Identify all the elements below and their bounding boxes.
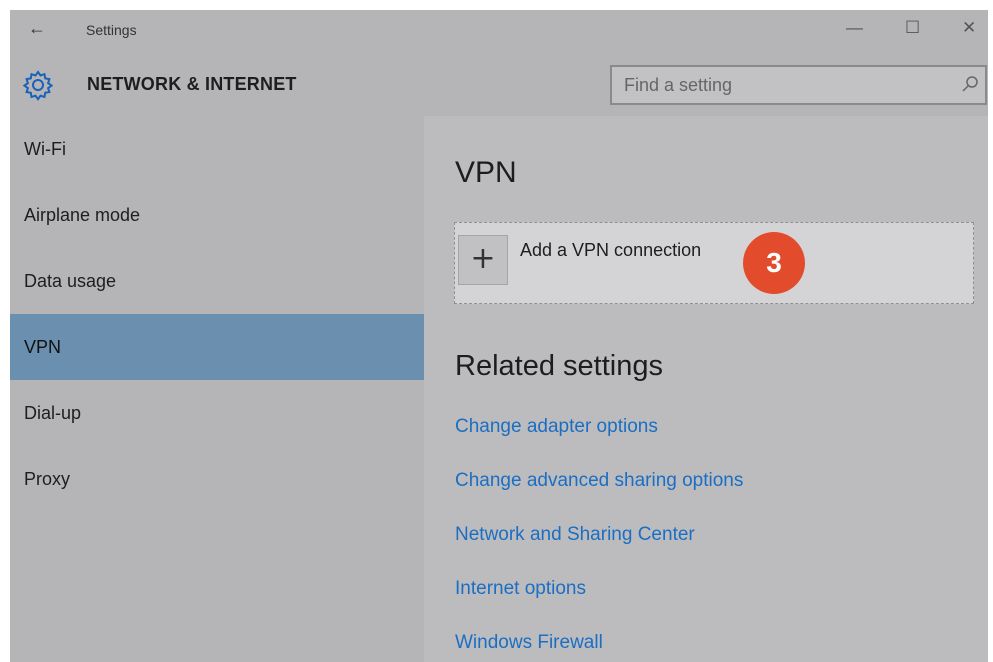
settings-window: ← Settings — ☐ ✕ NETWORK & INTERNET Wi-F… <box>10 10 988 662</box>
search-icon[interactable] <box>961 75 979 93</box>
link-windows-firewall[interactable]: Windows Firewall <box>455 632 603 654</box>
maximize-icon[interactable]: ☐ <box>905 18 920 38</box>
sidebar: Wi-Fi Airplane mode Data usage VPN Dial-… <box>10 116 424 662</box>
related-settings-heading: Related settings <box>455 350 663 382</box>
sidebar-item-vpn[interactable]: VPN <box>10 314 424 380</box>
window-title: Settings <box>86 22 137 38</box>
title-bar: ← Settings — ☐ ✕ <box>10 10 988 54</box>
sidebar-item-data-usage[interactable]: Data usage <box>10 248 424 314</box>
minimize-icon[interactable]: — <box>846 18 863 38</box>
vpn-heading: VPN <box>455 156 517 189</box>
link-change-advanced-sharing-options[interactable]: Change advanced sharing options <box>455 470 743 492</box>
link-network-and-sharing-center[interactable]: Network and Sharing Center <box>455 524 695 546</box>
link-internet-options[interactable]: Internet options <box>455 578 586 600</box>
search-box[interactable] <box>610 65 987 105</box>
sidebar-item-wifi[interactable]: Wi-Fi <box>10 116 424 182</box>
back-arrow-icon[interactable]: ← <box>28 18 46 39</box>
page-title: NETWORK & INTERNET <box>87 74 297 94</box>
plus-icon[interactable]: + <box>458 235 508 285</box>
search-input[interactable] <box>612 67 985 103</box>
add-vpn-label: Add a VPN connection <box>520 240 702 260</box>
link-change-adapter-options[interactable]: Change adapter options <box>455 416 658 438</box>
add-vpn-connection-button[interactable]: + Add a VPN connection 3 <box>454 222 974 304</box>
sidebar-item-dial-up[interactable]: Dial-up <box>10 380 424 446</box>
sidebar-item-airplane-mode[interactable]: Airplane mode <box>10 182 424 248</box>
close-icon[interactable]: ✕ <box>962 18 976 38</box>
main-content: VPN + Add a VPN connection 3 Related set… <box>424 116 988 662</box>
sidebar-item-proxy[interactable]: Proxy <box>10 446 424 512</box>
step-badge: 3 <box>743 232 805 294</box>
page-header: NETWORK & INTERNET <box>10 54 988 116</box>
gear-icon <box>22 70 54 101</box>
